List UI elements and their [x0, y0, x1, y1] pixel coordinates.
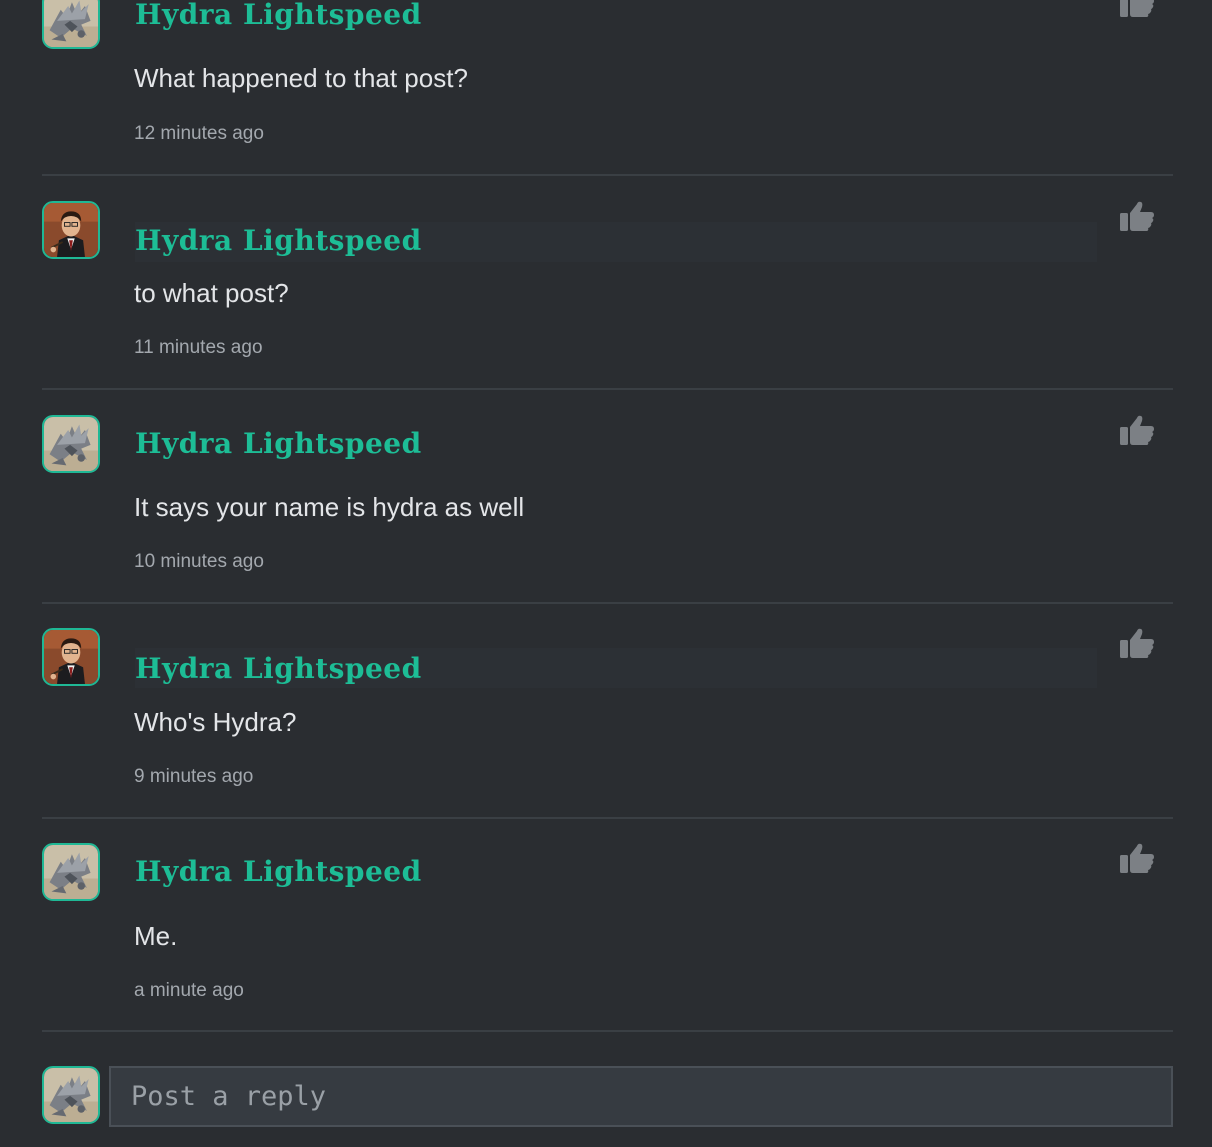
current-user-avatar	[42, 1066, 100, 1124]
comment-timestamp: 11 minutes ago	[134, 337, 263, 358]
user-avatar[interactable]	[42, 843, 100, 901]
like-button[interactable]	[1118, 412, 1156, 450]
thumbs-up-icon	[1118, 0, 1156, 22]
comment-text: Me.	[134, 921, 178, 951]
thumbs-up-icon	[1118, 840, 1156, 878]
like-button[interactable]	[1118, 625, 1156, 663]
thumbs-up-icon	[1118, 412, 1156, 450]
dragon-avatar-icon	[44, 417, 98, 471]
comment-item: Hydra Lightspeed What happened to that p…	[42, 0, 1173, 176]
dragon-avatar-icon	[44, 845, 98, 899]
comment-item: Hydra Lightspeed Who's Hydra? 9 minutes …	[42, 604, 1173, 819]
comment-author[interactable]: Hydra Lightspeed	[135, 0, 422, 31]
comment-author[interactable]: Hydra Lightspeed	[135, 652, 422, 685]
wizard-avatar-icon	[44, 630, 98, 684]
comment-item: Hydra Lightspeed to what post? 11 minute…	[42, 176, 1173, 390]
comment-timestamp: 12 minutes ago	[134, 123, 264, 144]
comment-item: Hydra Lightspeed Me. a minute ago	[42, 819, 1173, 1032]
like-button[interactable]	[1118, 0, 1156, 22]
comment-timestamp: 9 minutes ago	[134, 766, 254, 787]
comment-timestamp: a minute ago	[134, 980, 244, 1001]
comment-author[interactable]: Hydra Lightspeed	[135, 427, 422, 460]
comment-text: to what post?	[134, 278, 289, 308]
like-button[interactable]	[1118, 198, 1156, 236]
comment-text: It says your name is hydra as well	[134, 492, 525, 522]
wizard-avatar-icon	[44, 203, 98, 257]
thumbs-up-icon	[1118, 625, 1156, 663]
comment-text: Who's Hydra?	[134, 707, 297, 737]
dragon-avatar-icon	[44, 0, 98, 47]
comment-timestamp: 10 minutes ago	[134, 551, 264, 572]
comment-thread: Hydra Lightspeed What happened to that p…	[0, 0, 1212, 1147]
user-avatar[interactable]	[42, 415, 100, 473]
thumbs-up-icon	[1118, 198, 1156, 236]
reply-input[interactable]	[109, 1066, 1173, 1127]
dragon-avatar-icon	[44, 1068, 98, 1122]
user-avatar[interactable]	[42, 628, 100, 686]
user-avatar[interactable]	[42, 201, 100, 259]
comment-text: What happened to that post?	[134, 63, 468, 93]
comment-author[interactable]: Hydra Lightspeed	[135, 855, 422, 888]
user-avatar[interactable]	[42, 0, 100, 49]
comment-author[interactable]: Hydra Lightspeed	[135, 224, 422, 257]
like-button[interactable]	[1118, 840, 1156, 878]
comment-item: Hydra Lightspeed It says your name is hy…	[42, 390, 1173, 604]
reply-composer	[42, 1066, 1173, 1128]
